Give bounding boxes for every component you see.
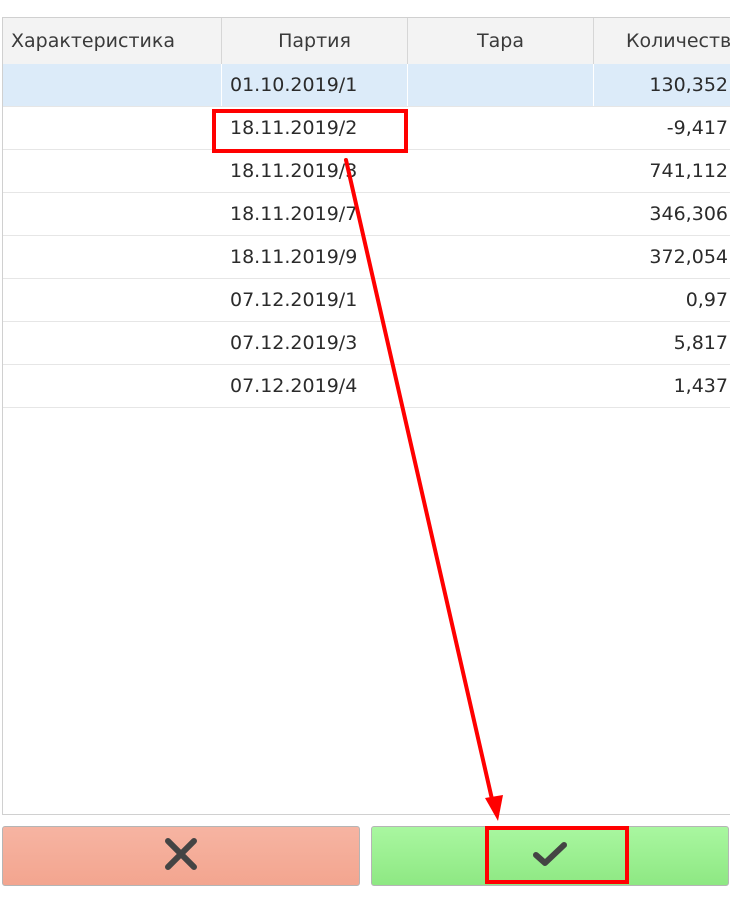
cell-party: 18.11.2019/2 <box>230 117 358 139</box>
cell-characteristic <box>3 279 222 321</box>
cell-quantity: 0,97 <box>685 289 728 311</box>
table-row[interactable]: 01.10.2019/1 130,352 <box>3 64 730 107</box>
cell-characteristic <box>3 107 222 149</box>
cell-characteristic <box>3 236 222 278</box>
cell-characteristic <box>3 193 222 235</box>
cell-tara <box>408 107 594 149</box>
table-row[interactable]: 07.12.2019/3 5,817 <box>3 322 730 365</box>
cell-quantity: -9,417 <box>666 117 728 139</box>
column-header-quantity[interactable]: Количество <box>594 18 730 64</box>
cell-party: 07.12.2019/4 <box>230 375 358 397</box>
cell-characteristic <box>3 365 222 407</box>
batch-selection-screen: Характеристика Партия Тара Количество 01… <box>0 0 741 897</box>
cell-tara <box>408 365 594 407</box>
cell-party: 07.12.2019/1 <box>230 289 358 311</box>
cell-characteristic <box>3 322 222 364</box>
cell-quantity: 346,306 <box>649 203 728 225</box>
close-icon <box>164 837 198 875</box>
column-header-party[interactable]: Партия <box>222 18 408 64</box>
table-row[interactable]: 07.12.2019/1 0,97 <box>3 279 730 322</box>
cell-quantity: 372,054 <box>649 246 728 268</box>
confirm-button[interactable] <box>371 826 729 886</box>
cell-quantity: 5,817 <box>673 332 728 354</box>
cell-tara <box>408 64 594 106</box>
cell-quantity: 1,437 <box>673 375 728 397</box>
table-row[interactable]: 18.11.2019/3 741,112 <box>3 150 730 193</box>
column-header-tara[interactable]: Тара <box>408 18 594 64</box>
table-row[interactable]: 18.11.2019/9 372,054 <box>3 236 730 279</box>
cell-characteristic <box>3 150 222 192</box>
table-row[interactable]: 18.11.2019/7 346,306 <box>3 193 730 236</box>
table-row[interactable]: 07.12.2019/4 1,437 <box>3 365 730 408</box>
cell-tara <box>408 193 594 235</box>
table-body: 01.10.2019/1 130,352 18.11.2019/2 -9,417… <box>3 64 730 408</box>
cell-quantity: 741,112 <box>649 160 728 182</box>
table-header: Характеристика Партия Тара Количество <box>3 18 730 65</box>
table-row[interactable]: 18.11.2019/2 -9,417 <box>3 107 730 150</box>
cell-party: 18.11.2019/7 <box>230 203 358 225</box>
cell-tara <box>408 322 594 364</box>
cell-characteristic <box>3 64 222 106</box>
batch-table: Характеристика Партия Тара Количество 01… <box>2 17 730 815</box>
cell-quantity: 130,352 <box>649 74 728 96</box>
cell-party: 01.10.2019/1 <box>222 64 408 106</box>
cancel-button[interactable] <box>2 826 360 886</box>
checkmark-icon <box>533 841 567 871</box>
cell-tara <box>408 236 594 278</box>
cell-party: 07.12.2019/3 <box>230 332 358 354</box>
cell-tara <box>408 150 594 192</box>
cell-party: 18.11.2019/3 <box>230 160 358 182</box>
cell-party: 18.11.2019/9 <box>230 246 358 268</box>
column-header-characteristic[interactable]: Характеристика <box>3 18 222 64</box>
cell-tara <box>408 279 594 321</box>
